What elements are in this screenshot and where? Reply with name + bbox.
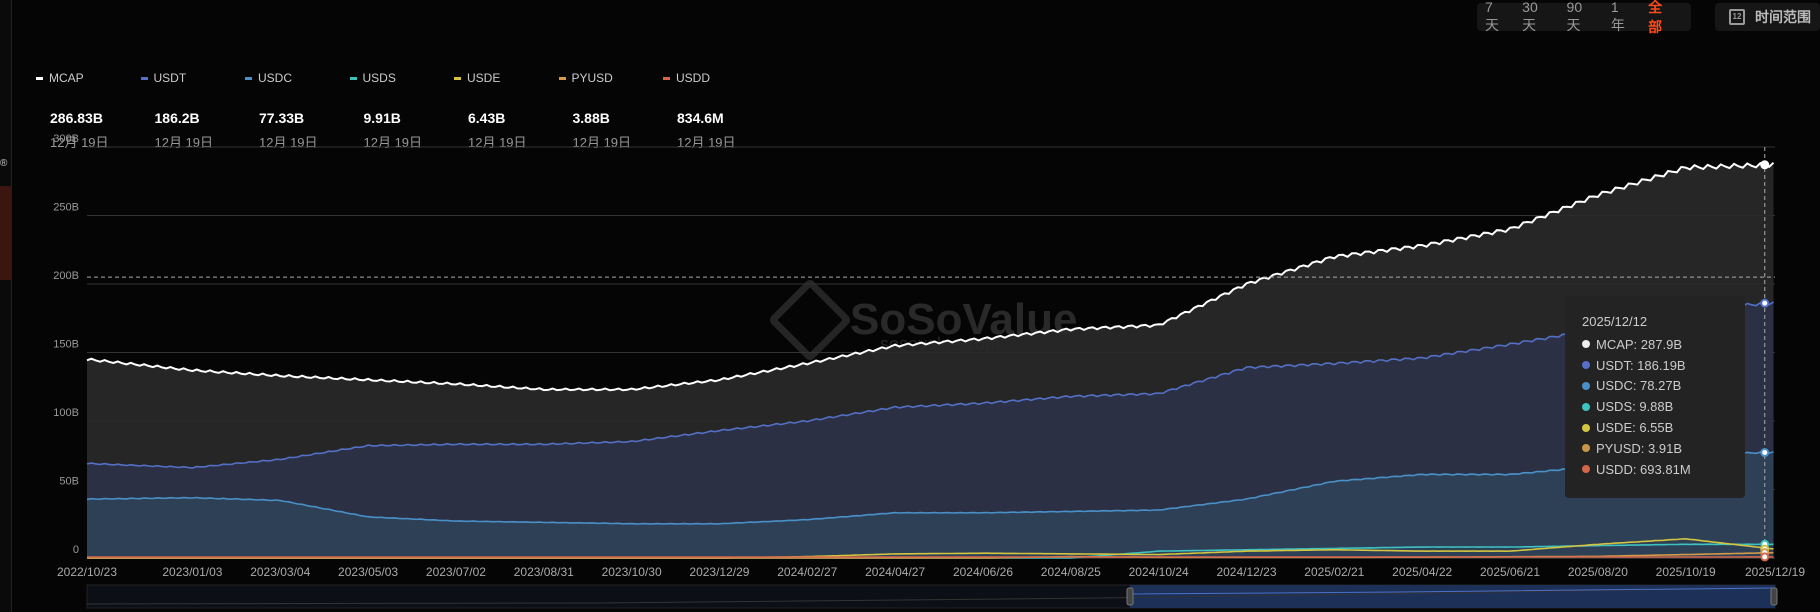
series-dot-icon <box>1582 361 1590 370</box>
navigator-handle[interactable] <box>1126 587 1134 606</box>
tooltip-row: USDD: 693.81M <box>1582 459 1745 480</box>
stablecoin-chart[interactable]: 0 50B 100B 150B 200B 250B 300B 2022/10/23 2023/0… <box>0 0 1820 612</box>
tooltip-row-label: USDS: 9.88B <box>1596 399 1674 415</box>
tooltip-row: PYUSD: 3.91B <box>1582 438 1745 459</box>
x-tick-label: 2024/06/26 <box>953 565 1013 579</box>
series-dot-icon <box>1582 402 1590 411</box>
y-tick-label: 300B <box>53 133 79 145</box>
x-tick-label: 2025/10/19 <box>1656 565 1716 579</box>
x-tick-label: 2025/12/19 <box>1745 565 1805 579</box>
x-tick-label: 2025/04/22 <box>1392 565 1452 579</box>
x-tick-label: 2023/07/02 <box>426 565 486 579</box>
y-tick-label: 250B <box>53 202 79 214</box>
tooltip-row: MCAP: 287.9B <box>1582 334 1745 355</box>
x-tick-label: 2023/05/03 <box>338 565 398 579</box>
x-tick-label: 2023/12/29 <box>689 565 749 579</box>
tooltip-row-label: MCAP: 287.9B <box>1596 336 1682 352</box>
y-tick-label: 0 <box>73 544 79 556</box>
crosshair-point-usdd <box>1760 552 1770 562</box>
x-tick-label: 2025/02/21 <box>1304 565 1364 579</box>
series-dot-icon <box>1582 423 1590 432</box>
y-tick-label: 150B <box>53 339 79 351</box>
series-dot-icon <box>1582 444 1590 453</box>
navigator-handle[interactable] <box>1770 587 1778 606</box>
tooltip-row: USDC: 78.27B <box>1582 376 1745 397</box>
x-tick-label: 2022/10/23 <box>57 565 117 579</box>
x-tick-label: 2024/02/27 <box>777 565 837 579</box>
y-tick-label: 200B <box>53 270 79 282</box>
tooltip-row-label: USDT: 186.19B <box>1596 357 1686 373</box>
x-tick-label: 2025/08/20 <box>1568 565 1628 579</box>
y-tick-label: 50B <box>59 476 79 488</box>
tooltip-row-label: USDE: 6.55B <box>1596 420 1674 436</box>
tooltip: 2025/12/12 MCAP: 287.9B USDT: 186.19B USDC… <box>1565 296 1745 498</box>
y-tick-label: 100B <box>53 407 79 419</box>
x-tick-label: 2024/10/24 <box>1129 565 1189 579</box>
crosshair-point-mcap <box>1760 160 1770 170</box>
x-tick-label: 2023/03/04 <box>250 565 310 579</box>
x-tick-label: 2025/06/21 <box>1480 565 1540 579</box>
x-tick-label: 2023/01/03 <box>162 565 222 579</box>
x-tick-label: 2024/08/25 <box>1041 565 1101 579</box>
x-tick-label: 2023/10/30 <box>602 565 662 579</box>
tooltip-row-label: PYUSD: 3.91B <box>1596 440 1682 456</box>
series-dot-icon <box>1582 340 1590 349</box>
series-dot-icon <box>1582 381 1590 390</box>
x-tick-label: 2023/08/31 <box>514 565 574 579</box>
tooltip-row-label: USDC: 78.27B <box>1596 378 1682 394</box>
tooltip-row-label: USDD: 693.81M <box>1596 461 1691 477</box>
tooltip-row: USDT: 186.19B <box>1582 355 1745 376</box>
series-dot-icon <box>1582 465 1590 474</box>
x-tick-label: 2024/04/27 <box>865 565 925 579</box>
tooltip-row: USDE: 6.55B <box>1582 417 1745 438</box>
x-tick-label: 2024/12/23 <box>1216 565 1276 579</box>
crosshair-point-usdc <box>1760 448 1770 458</box>
crosshair-point-usdt <box>1760 298 1770 308</box>
tooltip-date: 2025/12/12 <box>1582 314 1648 329</box>
tooltip-row: USDS: 9.88B <box>1582 396 1745 417</box>
